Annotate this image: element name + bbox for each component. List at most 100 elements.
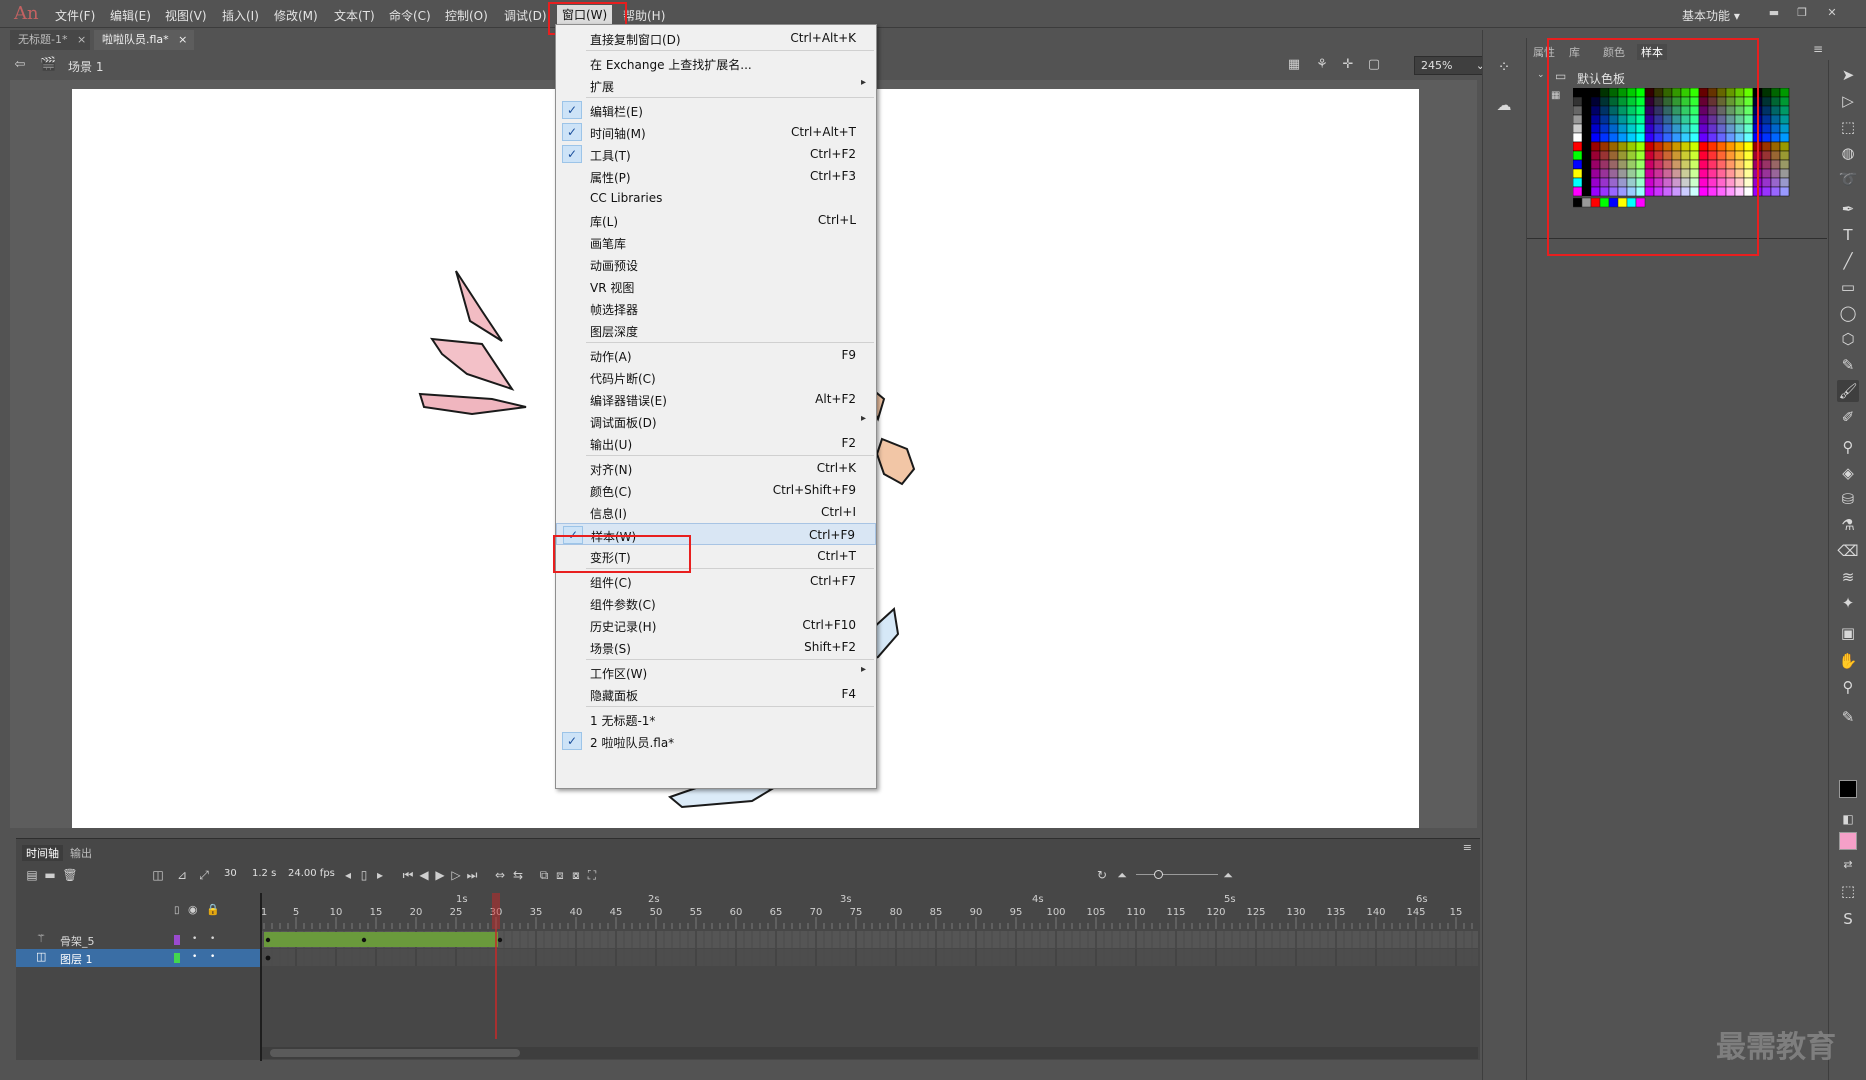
selection-tool-icon[interactable]: ➤ — [1837, 64, 1859, 86]
onion-outlines-icon[interactable]: ⧈ — [552, 867, 568, 883]
paint-brush-tool-icon[interactable]: ✐ — [1837, 406, 1859, 428]
motion-presets-icon[interactable]: ⁘ — [1493, 56, 1515, 78]
color-swatch[interactable] — [1770, 150, 1781, 161]
stroke-color-pencil-icon[interactable]: ✎ — [1837, 706, 1859, 728]
layer-row-armature[interactable]: ⚚ 骨架_5 • • — [16, 931, 262, 949]
window-menu-item[interactable]: 调试面板(D) ▸ — [556, 410, 876, 432]
color-swatch[interactable] — [1770, 123, 1781, 134]
color-swatch[interactable] — [1770, 186, 1781, 197]
color-swatch[interactable] — [1779, 123, 1790, 134]
color-swatch[interactable] — [1779, 186, 1790, 197]
pen-tool-icon[interactable]: ✒ — [1837, 198, 1859, 220]
color-swatch[interactable] — [1761, 88, 1772, 98]
elapsed-time-value[interactable]: 1.2 s — [252, 868, 276, 879]
menu-command[interactable]: 命令(C) — [389, 7, 431, 24]
object-drawing-icon[interactable]: ⬚ — [1837, 880, 1859, 902]
new-folder-icon[interactable]: ▬ — [42, 867, 58, 883]
color-swatch[interactable] — [1770, 168, 1781, 179]
workspace-switcher[interactable]: 基本功能 ▾ — [1682, 7, 1740, 24]
go-last-frame-icon[interactable]: ⏭ — [464, 867, 480, 883]
tab-output[interactable]: 输出 — [70, 845, 92, 861]
visibility-dot[interactable]: • — [192, 952, 197, 962]
next-arrow-icon[interactable]: ▸ — [372, 867, 388, 883]
refresh-icon[interactable]: ↻ — [1094, 867, 1110, 883]
pose-keyframe[interactable] — [265, 937, 271, 943]
loop-playback-icon[interactable]: ⇆ — [510, 867, 526, 883]
color-swatch[interactable] — [1761, 114, 1772, 125]
eyedropper-tool-icon[interactable]: ⚗ — [1837, 514, 1859, 536]
menu-control[interactable]: 控制(O) — [445, 7, 488, 24]
color-swatch[interactable] — [1761, 168, 1772, 179]
restore-icon[interactable]: ❐ — [1790, 4, 1814, 22]
menu-modify[interactable]: 修改(M) — [274, 7, 318, 24]
edit-multiple-frames-icon[interactable]: ⧇ — [568, 867, 584, 883]
fill-color-swatch[interactable] — [1839, 832, 1857, 850]
visibility-dot[interactable]: • — [192, 934, 197, 944]
eraser-tool-icon[interactable]: ⌫ — [1837, 540, 1859, 562]
color-swatch[interactable] — [1770, 177, 1781, 188]
chevron-down-icon[interactable]: ⌄ — [1537, 70, 1545, 80]
text-tool-icon[interactable]: T — [1837, 224, 1859, 246]
tab-timeline[interactable]: 时间轴 — [22, 845, 63, 861]
lasso-tool-icon[interactable]: ➰ — [1837, 168, 1859, 190]
window-menu-item[interactable]: ✓ 2 啦啦队员.fla* — [556, 730, 876, 752]
step-back-icon[interactable]: ◀ — [416, 867, 432, 883]
new-layer-icon[interactable]: ▤ — [24, 867, 40, 883]
frame-size-slider-knob[interactable] — [1154, 870, 1163, 879]
window-menu-item[interactable]: 组件(C) Ctrl+F7 — [556, 570, 876, 592]
close-icon[interactable]: ✕ — [1820, 4, 1844, 22]
color-swatch[interactable] — [1761, 177, 1772, 188]
window-menu-item[interactable]: 工作区(W) ▸ — [556, 661, 876, 683]
color-swatch[interactable] — [1770, 88, 1781, 98]
window-menu-item[interactable]: 扩展 ▸ — [556, 74, 876, 96]
window-menu-item[interactable]: 库(L) Ctrl+L — [556, 209, 876, 231]
menu-insert[interactable]: 插入(I) — [222, 7, 259, 24]
fill-bucket-icon[interactable]: ◧ — [1837, 808, 1859, 830]
window-menu-item[interactable]: CC Libraries — [556, 187, 876, 209]
window-menu-item[interactable]: 动作(A) F9 — [556, 344, 876, 366]
play-icon[interactable]: ▶ — [432, 867, 448, 883]
window-menu-item[interactable]: 场景(S) Shift+F2 — [556, 636, 876, 658]
color-swatch[interactable] — [1761, 105, 1772, 116]
window-menu-item[interactable]: 颜色(C) Ctrl+Shift+F9 — [556, 479, 876, 501]
window-menu-item[interactable]: 历史记录(H) Ctrl+F10 — [556, 614, 876, 636]
color-swatch[interactable] — [1761, 123, 1772, 134]
loop-icon[interactable]: ◂ — [340, 867, 356, 883]
timeline-scrollbar-track[interactable] — [262, 1047, 1478, 1059]
swap-colors-icon[interactable]: ⇄ — [1837, 854, 1859, 876]
camera-icon[interactable]: ◫ — [150, 867, 166, 883]
lock-icon[interactable]: 🔒 — [206, 903, 220, 916]
layer-color-swatch[interactable] — [174, 935, 180, 945]
zoom-select[interactable]: 245% ⌄ — [1414, 56, 1490, 75]
window-menu-item[interactable]: 代码片断(C) — [556, 366, 876, 388]
window-menu-item[interactable]: 输出(U) F2 — [556, 432, 876, 454]
3d-rotation-tool-icon[interactable]: ◍ — [1837, 142, 1859, 164]
parenting-icon[interactable]: ⊿ — [174, 867, 190, 883]
menu-text[interactable]: 文本(T) — [334, 7, 375, 24]
window-menu-item[interactable]: ✓ 编辑栏(E) — [556, 99, 876, 121]
color-swatch[interactable] — [1779, 141, 1790, 152]
subselection-tool-icon[interactable]: ▷ — [1837, 90, 1859, 112]
layer-color-swatch[interactable] — [174, 953, 180, 963]
frame-size-slider[interactable] — [1136, 874, 1218, 875]
window-menu-item[interactable]: 帧选择器 — [556, 297, 876, 319]
color-swatch[interactable] — [1779, 177, 1790, 188]
lock-dot[interactable]: • — [210, 952, 215, 962]
color-swatch[interactable] — [1761, 132, 1772, 143]
color-swatch[interactable] — [1761, 150, 1772, 161]
color-swatch[interactable] — [1761, 186, 1772, 197]
layer-name[interactable]: 骨架_5 — [60, 933, 95, 949]
snap-icon[interactable]: ✛ — [1340, 57, 1356, 73]
window-menu-item[interactable]: ✓ 时间轴(M) Ctrl+Alt+T — [556, 121, 876, 143]
window-menu-item[interactable]: 1 无标题-1* — [556, 708, 876, 730]
color-swatch[interactable] — [1761, 159, 1772, 170]
pencil-tool-icon[interactable]: ✎ — [1837, 354, 1859, 376]
window-menu-item[interactable]: 对齐(N) Ctrl+K — [556, 457, 876, 479]
color-swatch[interactable] — [1779, 96, 1790, 107]
graph-icon[interactable]: ⤢ — [196, 867, 212, 883]
ink-bottle-tool-icon[interactable]: ⛁ — [1837, 488, 1859, 510]
frame-rate-value[interactable]: 24.00 fps — [288, 868, 335, 879]
color-swatch[interactable] — [1770, 114, 1781, 125]
eye-icon[interactable]: ◉ — [188, 903, 198, 916]
line-tool-icon[interactable]: ╱ — [1837, 250, 1859, 272]
